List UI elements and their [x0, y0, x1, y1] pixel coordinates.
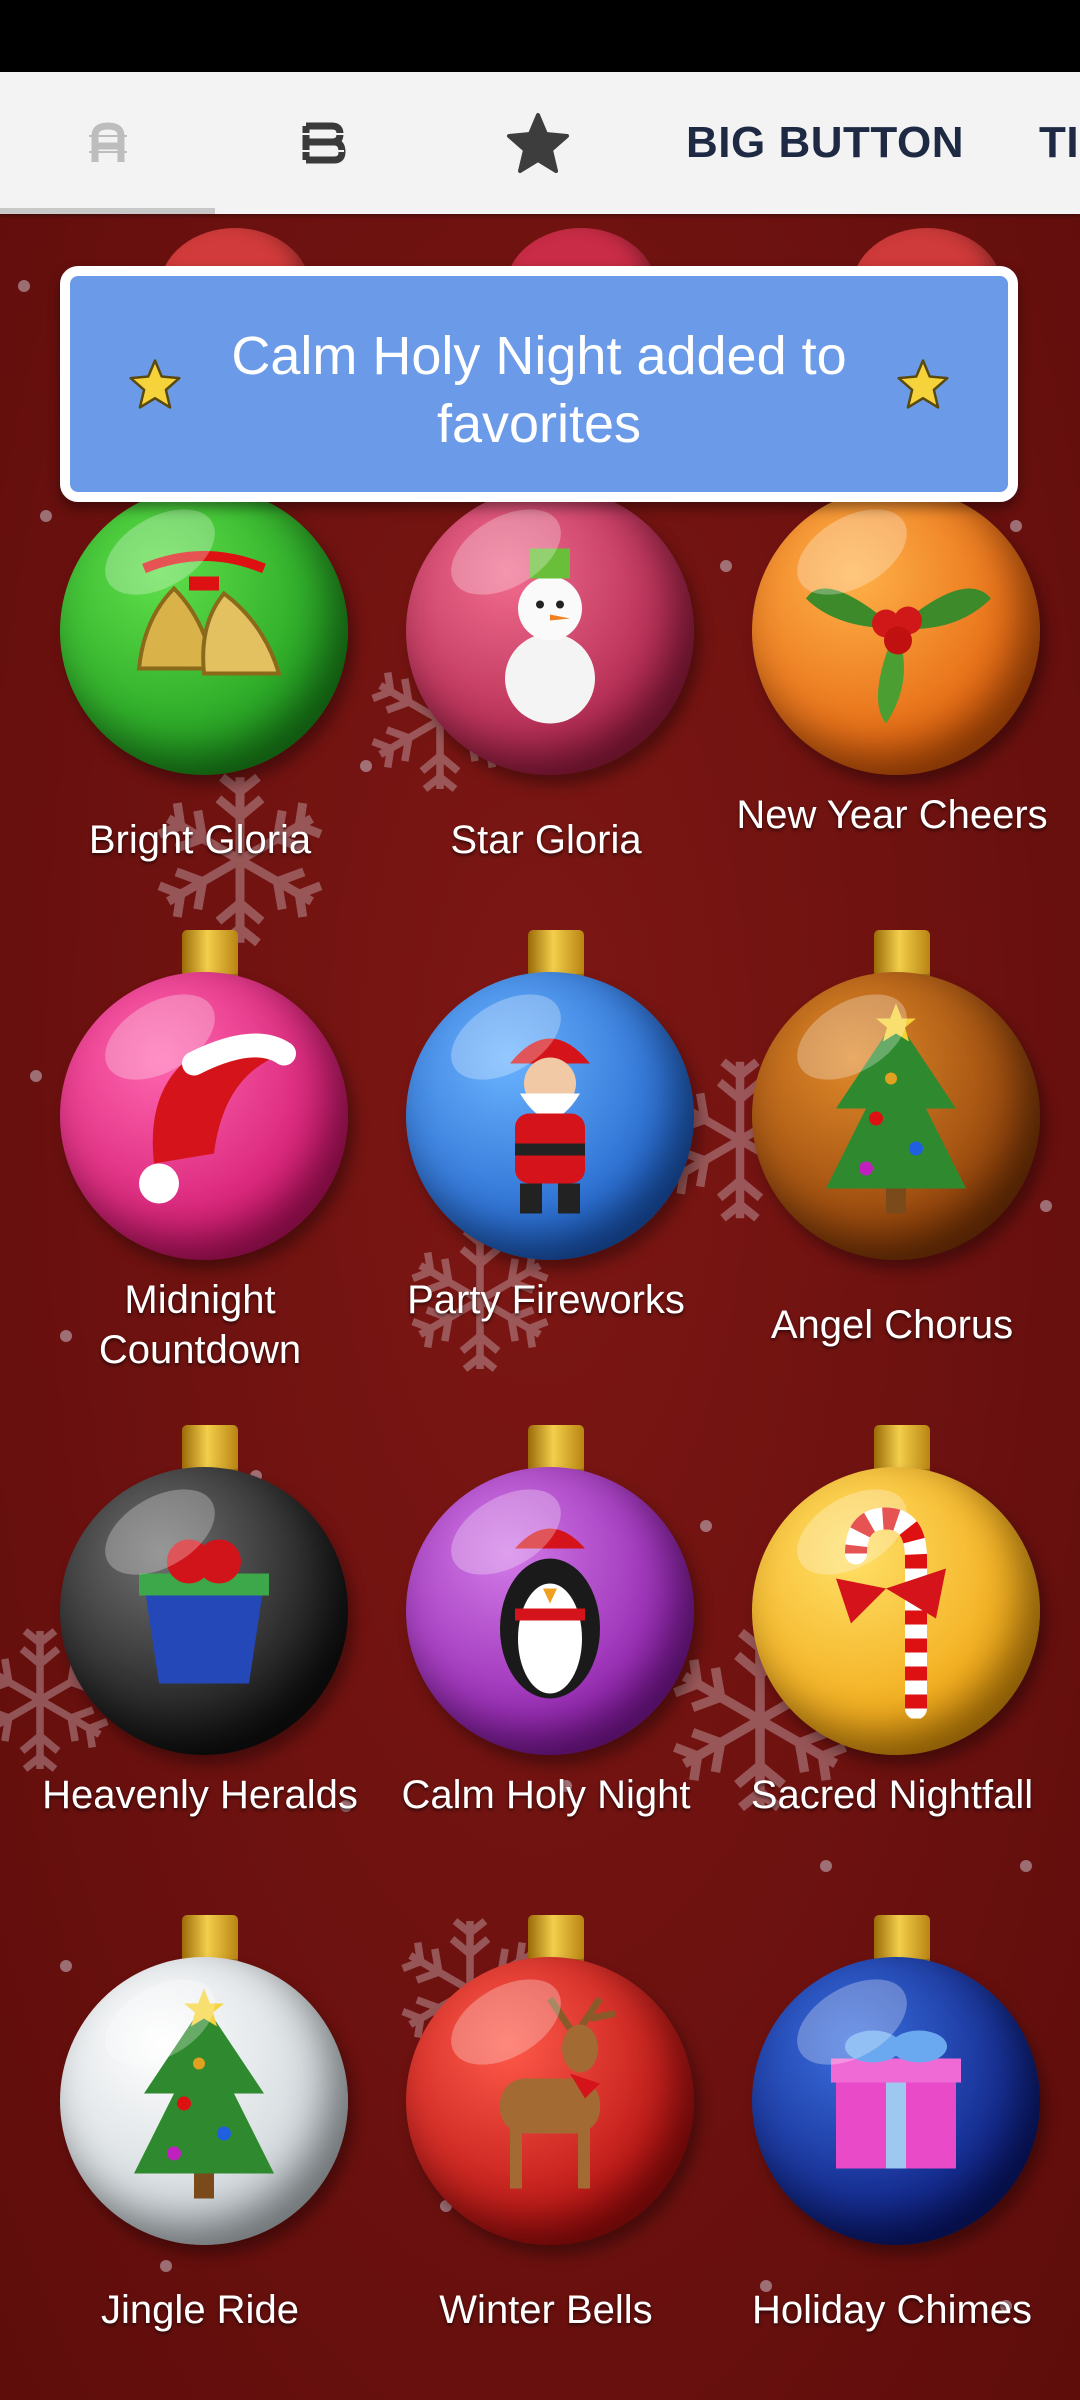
- ornament-label: Angel Chorus: [770, 1303, 1014, 1347]
- ornament-item[interactable]: Party Fireworks: [376, 930, 716, 1410]
- gift-basket-icon: [109, 1514, 299, 1709]
- star-icon: [506, 113, 569, 173]
- ornament-label: Heavenly Heralds: [42, 1773, 358, 1817]
- ornament-ball[interactable]: [752, 930, 1052, 1260]
- ornament-label: Calm Holy Night: [401, 1773, 691, 1817]
- letter-b-icon: [301, 122, 346, 164]
- ornament-item[interactable]: Angel Chorus: [722, 930, 1062, 1410]
- ornament-sphere: [752, 487, 1040, 775]
- tab-favorites[interactable]: [430, 72, 645, 214]
- christmas-tree-icon: [806, 999, 986, 1234]
- ornament-grid[interactable]: Bright Gloria Star Gloria New Year Cheer…: [0, 214, 1080, 2400]
- ornament-label: Jingle Ride: [101, 2288, 299, 2332]
- ornament-sphere: [752, 972, 1040, 1260]
- ornament-item[interactable]: Winter Bells: [376, 1915, 716, 2395]
- letter-a-icon: [88, 122, 127, 162]
- status-bar: [0, 0, 1080, 72]
- ornament-ball[interactable]: [60, 1425, 360, 1755]
- candy-cane-icon: [816, 1499, 976, 1724]
- tab-bar: BIG BUTTON TI: [0, 72, 1080, 214]
- ornament-sphere: [406, 1467, 694, 1755]
- ornament-item[interactable]: Bright Gloria: [30, 445, 370, 925]
- santa-icon: [460, 1004, 640, 1229]
- tab-b[interactable]: [215, 72, 430, 214]
- ornament-label: Bright Gloria: [88, 818, 312, 862]
- ornament-sphere: [60, 487, 348, 775]
- ornament-sphere: [752, 1467, 1040, 1755]
- tab-big-button-label: BIG BUTTON: [686, 118, 964, 167]
- ornament-sphere: [406, 487, 694, 775]
- ornament-ball[interactable]: [752, 1425, 1052, 1755]
- ornament-sphere: [60, 972, 348, 1260]
- favorite-toast: Calm Holy Night added to favorites: [60, 266, 1018, 502]
- ornament-label: Party Fireworks: [407, 1278, 685, 1322]
- ornament-ball[interactable]: [752, 1915, 1052, 2245]
- snow-dot: [18, 280, 30, 292]
- tab-partial-label: TI: [1039, 118, 1080, 167]
- ornament-item[interactable]: Star Gloria: [376, 445, 716, 925]
- ornament-item[interactable]: Calm Holy Night: [376, 1425, 716, 1905]
- ornament-label: Star Gloria: [450, 818, 642, 862]
- tab-big-button[interactable]: BIG BUTTON: [645, 72, 1005, 214]
- tab-indicator: [0, 208, 215, 214]
- ornament-label: Holiday Chimes: [751, 2288, 1033, 2332]
- ornament-sphere: [60, 1957, 348, 2245]
- ornament-ball[interactable]: [406, 930, 706, 1260]
- ornament-sphere: [60, 1467, 348, 1755]
- holly-icon: [786, 529, 1006, 734]
- ornament-ball[interactable]: [406, 1425, 706, 1755]
- ornament-label: Winter Bells: [439, 2288, 653, 2332]
- toast-message: Calm Holy Night added to favorites: [231, 326, 847, 454]
- ornament-item[interactable]: Sacred Nightfall: [722, 1425, 1062, 1905]
- ornament-item[interactable]: Jingle Ride: [30, 1915, 370, 2395]
- tab-a[interactable]: [0, 72, 215, 214]
- snowman-icon: [480, 529, 620, 734]
- ornament-ball[interactable]: [60, 1915, 360, 2245]
- star-icon: [129, 359, 181, 409]
- ornament-ball[interactable]: [406, 1915, 706, 2245]
- ornament-label: New Year Cheers: [736, 793, 1048, 837]
- reindeer-icon: [450, 1989, 650, 2214]
- ornament-sphere: [752, 1957, 1040, 2245]
- ornament-item[interactable]: Heavenly Heralds: [30, 1425, 370, 1905]
- star-icon: [897, 359, 949, 409]
- christmas-tree-icon: [114, 1984, 294, 2219]
- ornament-label: Midnight Countdown: [98, 1278, 302, 1372]
- ornament-sphere: [406, 972, 694, 1260]
- tab-partial[interactable]: TI: [1005, 72, 1080, 214]
- penguin-icon: [475, 1509, 625, 1714]
- ornament-item[interactable]: New Year Cheers: [722, 445, 1062, 925]
- ornament-item[interactable]: Midnight Countdown: [30, 930, 370, 1410]
- bells-icon: [104, 549, 304, 714]
- ornament-item[interactable]: Holiday Chimes: [722, 1915, 1062, 2395]
- santa-hat-icon: [104, 1014, 304, 1219]
- ornament-sphere: [406, 1957, 694, 2245]
- gift-box-icon: [801, 2009, 991, 2194]
- ornament-label: Sacred Nightfall: [750, 1773, 1034, 1817]
- ornament-ball[interactable]: [60, 930, 360, 1260]
